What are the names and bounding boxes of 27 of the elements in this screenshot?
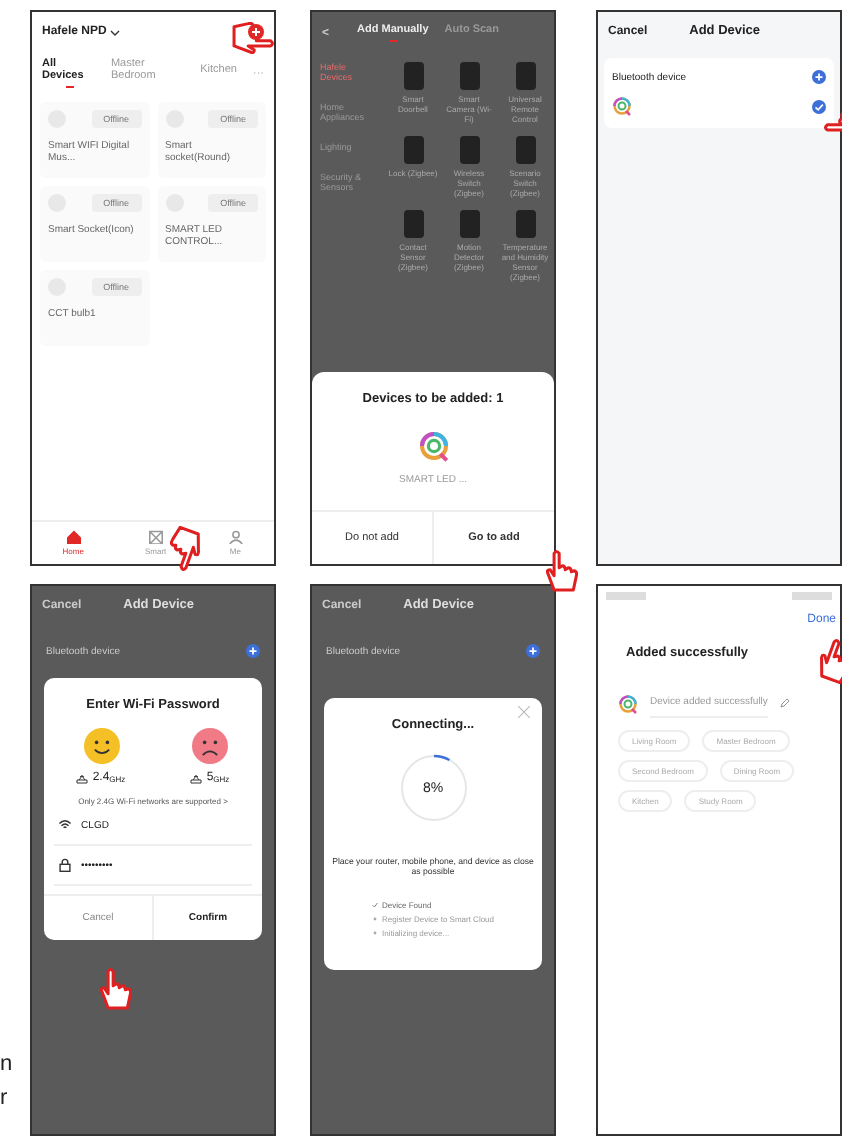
add-circle-icon[interactable]: [812, 70, 826, 84]
product-image: [515, 210, 535, 238]
ring-logo-icon: [417, 430, 449, 462]
signal-icon: [606, 592, 646, 600]
ring-logo-icon: [612, 96, 632, 116]
product-image: [515, 136, 535, 164]
product-image: [403, 62, 423, 90]
product-image: [459, 62, 479, 90]
product-image: [459, 136, 479, 164]
product-image: [515, 62, 535, 90]
product-image: [403, 210, 423, 238]
add-circle-icon[interactable]: [246, 644, 260, 658]
margin-text: n: [0, 1050, 15, 1080]
margin-text: r: [0, 1084, 10, 1114]
router-icon: [190, 773, 203, 783]
wifi-icon: [57, 818, 72, 832]
battery-icon: [792, 592, 832, 600]
pointing-hand-icon: [100, 966, 132, 1010]
add-circle-icon[interactable]: [526, 644, 540, 658]
product-image: [459, 210, 479, 238]
ring-logo-icon: [618, 693, 638, 713]
pencil-icon[interactable]: [779, 698, 790, 708]
check-circle-icon[interactable]: [812, 99, 826, 113]
lock-icon: [57, 858, 72, 872]
chevron-down-icon[interactable]: [110, 29, 121, 35]
product-image: [403, 136, 423, 164]
router-icon: [76, 773, 89, 783]
